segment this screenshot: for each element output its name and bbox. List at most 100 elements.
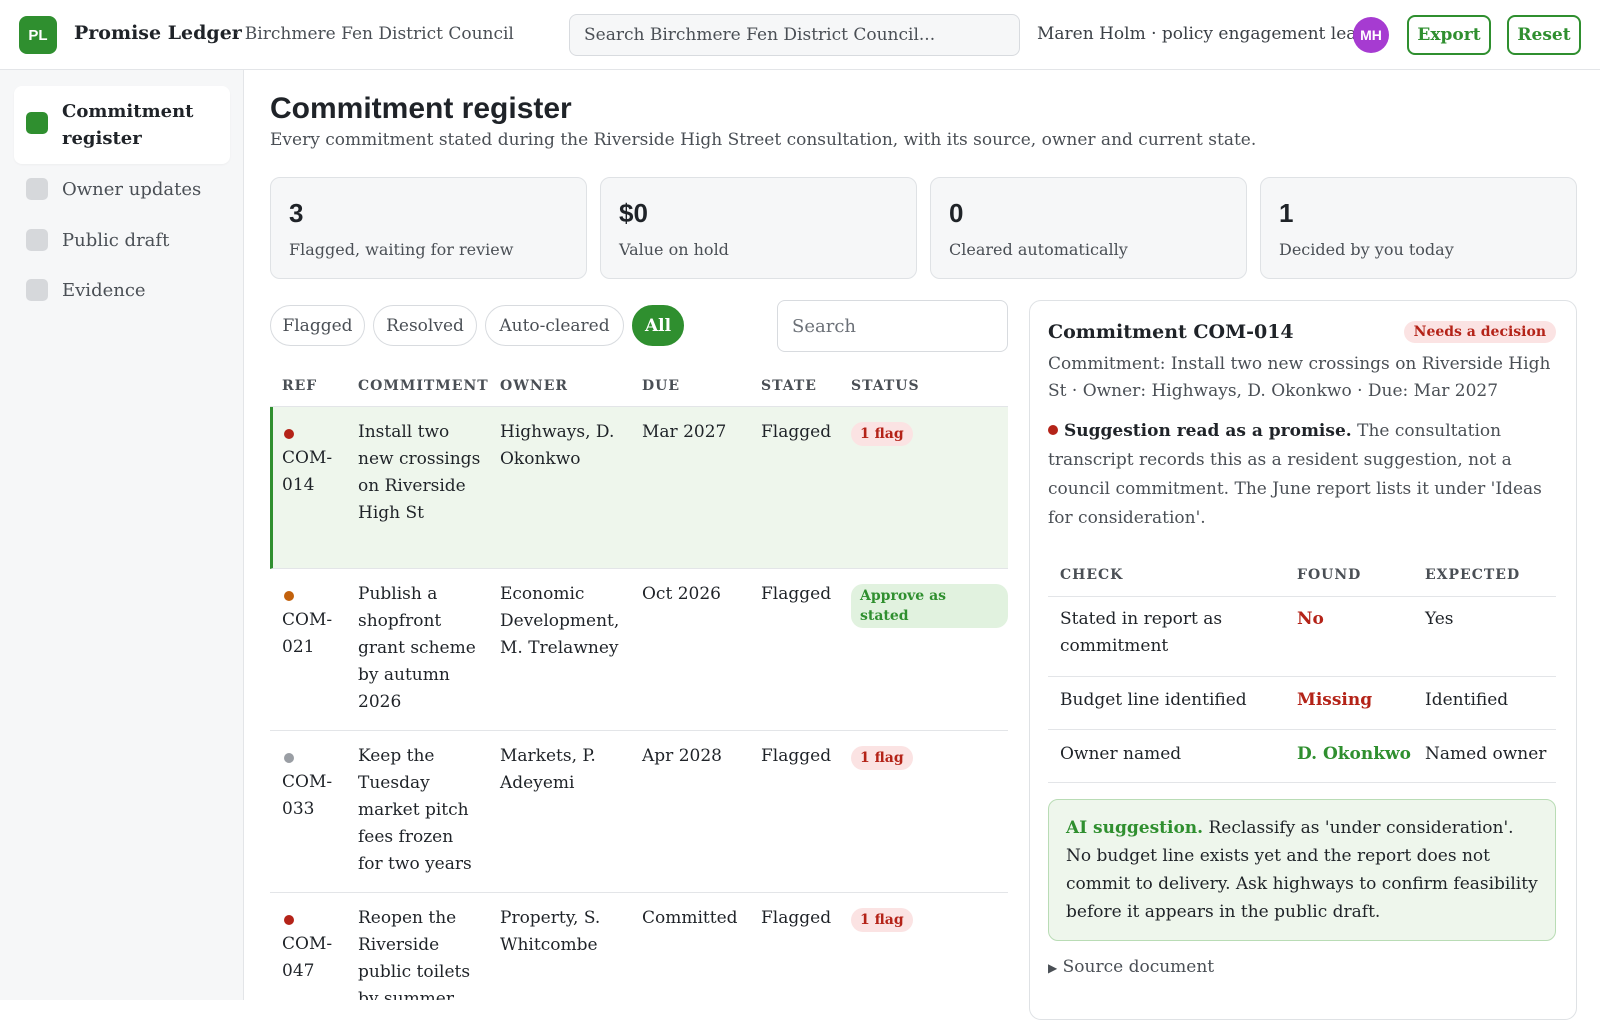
column-header-status: STATUS	[851, 378, 920, 394]
needs-decision-badge: Needs a decision	[1403, 321, 1556, 343]
source-label: Source document	[1062, 957, 1215, 977]
stat-label: Decided by you today	[1279, 240, 1454, 259]
status-dot-icon	[284, 753, 294, 763]
check-expected: Identified	[1425, 690, 1509, 710]
ai-suggestion-box: AI suggestion. Reclassify as 'under cons…	[1048, 799, 1556, 941]
row-status: Approve as stated	[851, 581, 1008, 629]
column-header-ref: REF	[282, 378, 318, 394]
detail-title: Commitment COM-014	[1048, 321, 1294, 343]
row-owner: Markets, P. Adeyemi	[500, 746, 596, 793]
check-found: No	[1297, 609, 1324, 629]
table-row[interactable]: COM-014 Install two new crossings on Riv…	[270, 407, 1008, 569]
check-name: Budget line identified	[1060, 690, 1247, 710]
sidebar-item-label: Owner updates	[62, 179, 202, 200]
column-header-state: STATE	[761, 378, 817, 394]
row-ref: COM-021	[282, 581, 342, 661]
column-header-due: DUE	[642, 378, 681, 394]
row-status: 1 flag	[851, 743, 913, 771]
nav-square-icon	[26, 229, 48, 251]
row-status: 1 flag	[851, 905, 913, 933]
nav-square-icon	[26, 112, 48, 134]
sidebar-item-label: Evidence	[62, 280, 146, 301]
status-dot-icon	[284, 915, 294, 925]
check-expected: Yes	[1425, 609, 1454, 629]
page-subtitle: Every commitment stated during the River…	[270, 130, 1257, 150]
ref-text: COM-021	[282, 610, 333, 657]
sidebar-item-commitment-register[interactable]: Commitment register	[14, 86, 230, 164]
filter-auto-cleared[interactable]: Auto-cleared	[485, 305, 624, 346]
sidebar-item-evidence[interactable]: Evidence	[14, 277, 230, 304]
stat-label: Cleared automatically	[949, 240, 1128, 259]
top-bar: PL Promise Ledger · Birchmere Fen Distri…	[0, 0, 1600, 70]
sidebar: Commitment register Owner updates Public…	[0, 70, 244, 1000]
check-divider	[1048, 676, 1556, 677]
app-name: Promise Ledger	[74, 22, 242, 44]
row-state: Flagged	[761, 584, 832, 604]
table-row[interactable]: COM-047 Reopen the Riverside public toil…	[270, 893, 1008, 1000]
user-name: Maren Holm · policy engagement lead	[1037, 24, 1368, 44]
avatar[interactable]: MH	[1353, 17, 1389, 53]
table-row[interactable]: COM-021 Publish a shopfront grant scheme…	[270, 569, 1008, 731]
source-document-toggle[interactable]: ▶ Source document	[1048, 957, 1214, 977]
table-row[interactable]: COM-033 Keep the Tuesday market pitch fe…	[270, 731, 1008, 893]
check-header-expected: EXPECTED	[1425, 567, 1521, 583]
global-search-input[interactable]	[569, 14, 1020, 56]
finding-title: Suggestion read as a promise.	[1064, 421, 1352, 441]
check-name: Stated in report as commitment	[1060, 609, 1223, 656]
filter-flagged[interactable]: Flagged	[270, 305, 365, 346]
row-commitment: Publish a shopfront grant scheme by autu…	[358, 584, 476, 712]
ref-text: COM-014	[282, 448, 333, 495]
check-divider	[1048, 782, 1556, 783]
sidebar-item-public-draft[interactable]: Public draft	[14, 227, 230, 254]
filter-resolved[interactable]: Resolved	[373, 305, 477, 346]
app-logo: PL	[19, 16, 57, 54]
sidebar-item-owner-updates[interactable]: Owner updates	[14, 176, 230, 203]
detail-description: Commitment: Install two new crossings on…	[1048, 354, 1551, 401]
stat-value: 3	[289, 198, 304, 228]
row-owner: Highways, D. Okonkwo	[500, 422, 615, 469]
check-found: Missing	[1297, 690, 1373, 710]
ref-text: COM-033	[282, 772, 333, 819]
status-badge: Approve as stated	[851, 584, 1008, 628]
row-due: Oct 2026	[642, 584, 721, 604]
org-name: · Birchmere Fen District Council	[234, 24, 514, 44]
check-name: Owner named	[1060, 744, 1182, 764]
row-commitment: Install two new crossings on Riverside H…	[358, 422, 481, 523]
filter-all[interactable]: All	[632, 305, 684, 346]
row-state: Flagged	[761, 908, 832, 928]
row-ref: COM-047	[282, 905, 342, 985]
triangle-right-icon: ▶	[1048, 961, 1058, 975]
row-commitment: Keep the Tuesday market pitch fees froze…	[358, 746, 472, 874]
alert-dot-icon	[1048, 425, 1058, 435]
row-ref: COM-033	[282, 743, 342, 823]
status-badge: 1 flag	[851, 908, 913, 932]
stat-value: $0	[619, 198, 648, 228]
status-badge: 1 flag	[851, 422, 913, 446]
row-state: Flagged	[761, 422, 832, 442]
ai-label: AI suggestion.	[1066, 818, 1204, 838]
status-dot-icon	[284, 429, 294, 439]
nav-square-icon	[26, 279, 48, 301]
check-header-check: CHECK	[1060, 567, 1124, 583]
row-owner: Economic Development, M. Trelawney	[500, 584, 620, 658]
check-expected: Named owner	[1425, 744, 1547, 764]
stat-label: Flagged, waiting for review	[289, 240, 514, 259]
nav-square-icon	[26, 178, 48, 200]
row-owner: Property, S. Whitcombe	[500, 908, 601, 955]
page-title: Commitment register	[270, 92, 572, 125]
ref-text: COM-047	[282, 934, 333, 981]
sidebar-item-label: Public draft	[62, 230, 170, 251]
stat-value: 1	[1279, 198, 1294, 228]
row-status: 1 flag	[851, 419, 913, 447]
reset-button[interactable]: Reset	[1507, 15, 1581, 55]
stat-label: Value on hold	[619, 240, 729, 259]
row-due: Apr 2028	[642, 746, 722, 766]
row-due: Committed	[642, 908, 738, 928]
table-search-input[interactable]	[777, 300, 1008, 352]
column-header-owner: OWNER	[500, 378, 569, 394]
stat-value: 0	[949, 198, 964, 228]
stat-card-cleared: 0 Cleared automatically	[930, 177, 1247, 279]
status-dot-icon	[284, 591, 294, 601]
export-button[interactable]: Export	[1407, 15, 1491, 55]
row-commitment: Reopen the Riverside public toilets by s…	[358, 908, 471, 1000]
